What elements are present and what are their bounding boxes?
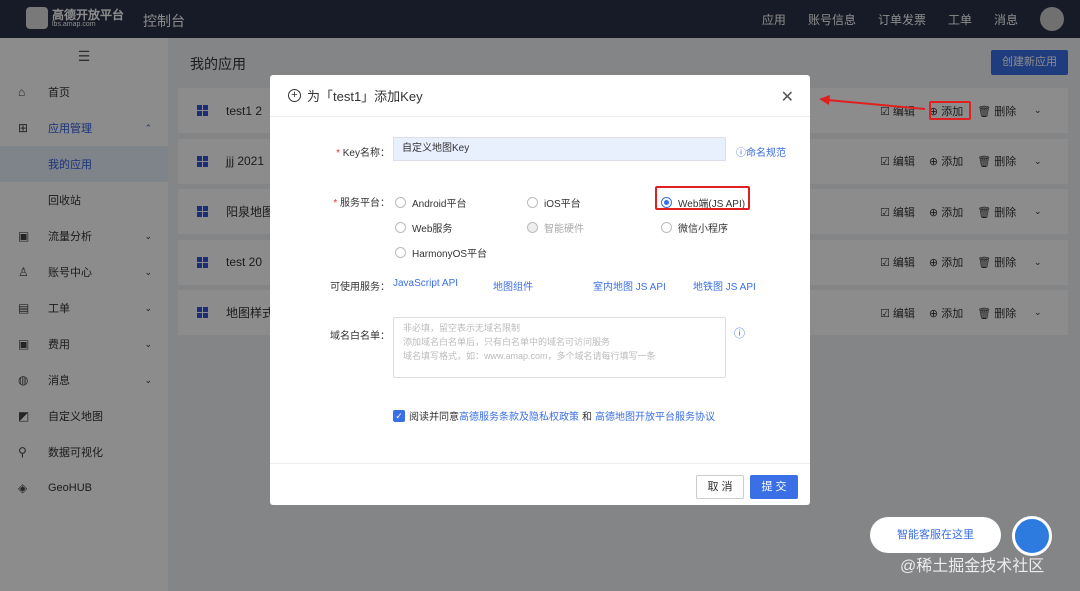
footer-divider [270,463,810,464]
radio-web-service[interactable]: Web服务 [395,220,452,235]
watermark: @稀土掘金技术社区 [900,558,1045,575]
whitelist-label: 域名白名单： [330,331,390,342]
red-arrow-annotation [819,95,926,110]
chat-support-button[interactable]: 智能客服在这里 [870,517,1001,553]
service-agreement-link[interactable]: 高德地图开放平台服务协议 [595,408,715,423]
radio-android[interactable]: Android平台 [395,195,466,210]
key-name-input[interactable]: 自定义地图Key [393,137,726,161]
key-name-label: Key名称： [342,148,390,159]
services-label: 可使用服务： [330,282,390,293]
platform-label: 服务平台： [340,198,390,209]
chat-bot-avatar[interactable] [1012,516,1052,556]
submit-button[interactable]: 提 交 [750,475,798,499]
service-js-api[interactable]: JavaScript API [393,278,458,289]
whitelist-textarea[interactable]: 非必填，留空表示无域名限制 添加域名白名单后，只有白名单中的域名可访问服务 域名… [393,317,726,378]
agree-checkbox[interactable]: ✓ [393,409,405,422]
terms-link[interactable]: 高德服务条款及隐私权政策 [459,408,579,423]
agree-and: 和 [582,412,592,423]
radio-wechat-miniprogram[interactable]: 微信小程序 [661,220,728,235]
dialog-title: 为「test1」添加Key [307,89,423,104]
close-icon[interactable]: ✕ [781,87,794,107]
radio-harmonyos[interactable]: HarmonyOS平台 [395,245,487,260]
agree-text: 阅读并同意 [409,412,459,423]
naming-rules-link[interactable]: ⓘ命名规范 [736,144,786,159]
radio-smart-hardware[interactable]: 智能硬件 [527,220,584,235]
add-key-dialog: + 为「test1」添加Key ✕ * Key名称： 自定义地图Key ⓘ命名规范 … [270,75,810,505]
service-indoor-js-api[interactable]: 室内地图 JS API [593,278,666,293]
plus-circle-icon: + [288,89,301,102]
help-icon[interactable]: ⓘ [734,325,745,341]
service-map-component[interactable]: 地图组件 [493,278,533,293]
service-subway-js-api[interactable]: 地铁图 JS API [693,278,756,293]
highlight-box-web [655,186,750,210]
cancel-button[interactable]: 取 消 [696,475,744,499]
highlight-box-add [929,101,971,120]
radio-ios[interactable]: iOS平台 [527,195,581,210]
